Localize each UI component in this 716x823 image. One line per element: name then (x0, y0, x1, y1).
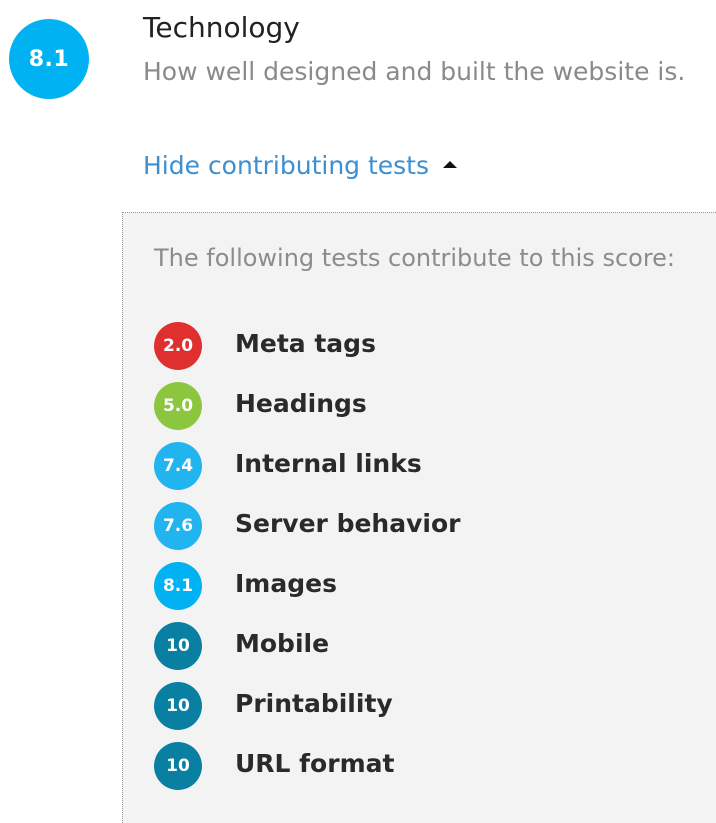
test-score-badge: 5.0 (154, 382, 202, 430)
test-score: 8.1 (162, 576, 194, 596)
hide-contributing-tests-link[interactable]: Hide contributing tests (143, 146, 458, 186)
test-score: 2.0 (162, 336, 194, 356)
test-item-server-behavior: 7.6 Server behavior (154, 493, 460, 553)
test-score-badge: 7.6 (154, 502, 202, 550)
test-score: 10 (166, 756, 190, 776)
test-item-headings: 5.0 Headings (154, 373, 460, 433)
test-name: Printability (235, 688, 393, 718)
test-item-url-format: 10 URL format (154, 733, 460, 793)
test-score: 10 (166, 636, 190, 656)
test-name: Meta tags (235, 328, 376, 358)
test-item-printability: 10 Printability (154, 673, 460, 733)
caret-up-icon (443, 160, 458, 168)
category-score-badge: 8.1 (9, 19, 89, 99)
toggle-label: Hide contributing tests (143, 151, 430, 180)
test-name: Server behavior (235, 508, 461, 538)
test-name: Images (235, 568, 337, 598)
test-item-images: 8.1 Images (154, 553, 460, 613)
test-score-badge: 8.1 (154, 562, 202, 610)
test-score-badge: 7.4 (154, 442, 202, 490)
test-name: URL format (235, 748, 395, 778)
test-score-badge: 10 (154, 742, 202, 790)
test-score-badge: 10 (154, 622, 202, 670)
test-item-mobile: 10 Mobile (154, 613, 460, 673)
test-score: 7.4 (162, 456, 194, 476)
test-score-badge: 10 (154, 682, 202, 730)
test-name: Internal links (235, 448, 422, 478)
category-title: Technology (143, 11, 300, 44)
test-list: 2.0 Meta tags 5.0 Headings 7.4 Internal … (154, 313, 460, 793)
test-score-badge: 2.0 (154, 322, 202, 370)
test-score: 5.0 (162, 396, 194, 416)
test-name: Headings (235, 388, 367, 418)
test-name: Mobile (235, 628, 330, 658)
score-section: 8.1 Technology How well designed and bui… (0, 0, 716, 823)
contributing-tests-panel: The following tests contribute to this s… (122, 212, 716, 823)
category-description: How well designed and built the website … (143, 57, 686, 86)
category-score-value: 8.1 (28, 46, 70, 72)
panel-intro-text: The following tests contribute to this s… (154, 244, 676, 272)
test-score: 10 (166, 696, 190, 716)
test-item-meta-tags: 2.0 Meta tags (154, 313, 460, 373)
test-score: 7.6 (162, 516, 194, 536)
test-item-internal-links: 7.4 Internal links (154, 433, 460, 493)
